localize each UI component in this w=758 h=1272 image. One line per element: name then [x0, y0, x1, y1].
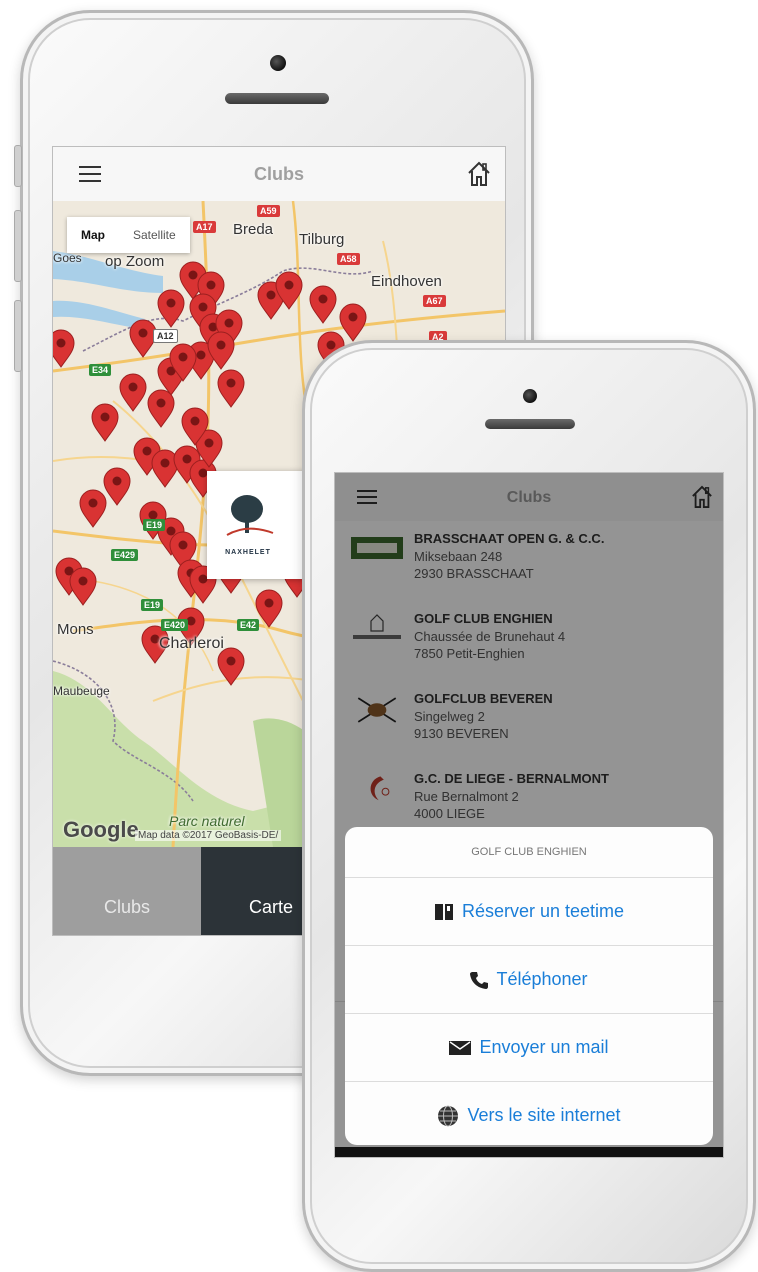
action-sheet-title: GOLF CLUB ENGHIEN [345, 827, 713, 878]
map-pin-dot [216, 340, 226, 350]
map-pin-dot [182, 454, 192, 464]
action-label: Téléphoner [496, 969, 588, 989]
road-shield: E34 [89, 364, 112, 376]
action-phone[interactable]: Téléphoner [345, 946, 713, 1014]
road-shield: E420 [161, 619, 189, 631]
road-shield: E19 [141, 599, 164, 611]
map-credit: Map data ©2017 GeoBasis-DE/ [135, 830, 282, 841]
road-shield: E429 [111, 549, 139, 561]
map-type-satellite[interactable]: Satellite [119, 217, 190, 253]
action-label: Vers le site internet [467, 1105, 621, 1125]
map-pin-dot [78, 576, 88, 586]
naxhelet-logo [226, 495, 274, 536]
page-title: Clubs [253, 164, 304, 184]
city-label: Eindhoven [371, 273, 442, 290]
map-type-toggle[interactable]: Map Satellite [67, 217, 190, 253]
map-pin-dot [166, 298, 176, 308]
mail-icon [449, 1040, 472, 1055]
google-logo: Google [63, 817, 139, 842]
road-shield: A59 [257, 205, 280, 217]
city-label: Tilburg [299, 231, 345, 248]
city-label: Maubeuge [53, 684, 110, 698]
tab-clubs[interactable]: Clubs [53, 847, 201, 935]
city-label: Goes [53, 251, 82, 265]
speaker [485, 419, 575, 429]
road-shield: A67 [423, 295, 446, 307]
tab-bar-edge [335, 1147, 723, 1157]
map-pin-dot [112, 476, 122, 486]
map-pin-dot [348, 312, 358, 322]
map-pin-dot [142, 446, 152, 456]
map-pin-dot [318, 294, 328, 304]
map-type-map[interactable]: Map [67, 217, 119, 253]
map-pin-dot [198, 302, 208, 312]
mute-switch [14, 145, 22, 187]
map-pin-dot [100, 412, 110, 422]
map-pin-dot [284, 280, 294, 290]
map-pin-dot [178, 352, 188, 362]
action-label: Réserver un teetime [461, 901, 625, 921]
map-pin-dot [88, 498, 98, 508]
city-label: Breda [233, 221, 274, 238]
map-pin-dot [166, 526, 176, 536]
action-website[interactable]: Vers le site internet [345, 1082, 713, 1145]
map-pin-dot [264, 598, 274, 608]
camera [523, 389, 537, 403]
map-pin-dot [156, 398, 166, 408]
book-icon [434, 903, 454, 921]
map-pin-dot [160, 458, 170, 468]
map-pin-dot [226, 656, 236, 666]
phone-icon [470, 971, 489, 989]
camera [270, 55, 286, 71]
map-pin-dot [224, 318, 234, 328]
action-book-teetime[interactable]: Réserver un teetime [345, 878, 713, 946]
map-pin-dot [326, 340, 336, 350]
city-label: Mons [57, 621, 94, 638]
map-pin-dot [56, 338, 66, 348]
action-sheet: GOLF CLUB ENGHIEN Réserver un teetime Té… [345, 827, 713, 1145]
city-label: op Zoom [105, 253, 165, 270]
map-pin-dot [266, 290, 276, 300]
action-label: Envoyer un mail [479, 1037, 609, 1057]
map-pin-dot [204, 438, 214, 448]
road-shield: A12 [153, 329, 178, 343]
action-email[interactable]: Envoyer un mail [345, 1014, 713, 1082]
map-pin-dot [190, 416, 200, 426]
map-pin-dot [196, 350, 206, 360]
volume-up-button [14, 210, 22, 282]
map-pin-dot [178, 540, 188, 550]
park-label: Parc naturel [169, 813, 245, 829]
volume-down-button [14, 300, 22, 372]
popup-brand: NAXHELET [225, 549, 271, 556]
screen-club-list: Clubs BRASSCHAAT OPEN G. & C.C. Miksebaa… [334, 472, 724, 1158]
road-shield: A17 [193, 221, 216, 233]
map-pin-dot [138, 328, 148, 338]
top-bar: Clubs [53, 147, 505, 202]
map-pin-dot [188, 270, 198, 280]
globe-icon [437, 1105, 459, 1127]
road-shield: A58 [337, 253, 360, 265]
home-icon[interactable] [467, 161, 491, 187]
map-pin-dot [226, 378, 236, 388]
city-label: Charleroi [159, 635, 224, 652]
road-shield: E19 [143, 519, 166, 531]
road-shield: E42 [237, 619, 260, 631]
map-pin-dot [206, 280, 216, 290]
map-pin-dot [128, 382, 138, 392]
speaker [225, 93, 329, 104]
